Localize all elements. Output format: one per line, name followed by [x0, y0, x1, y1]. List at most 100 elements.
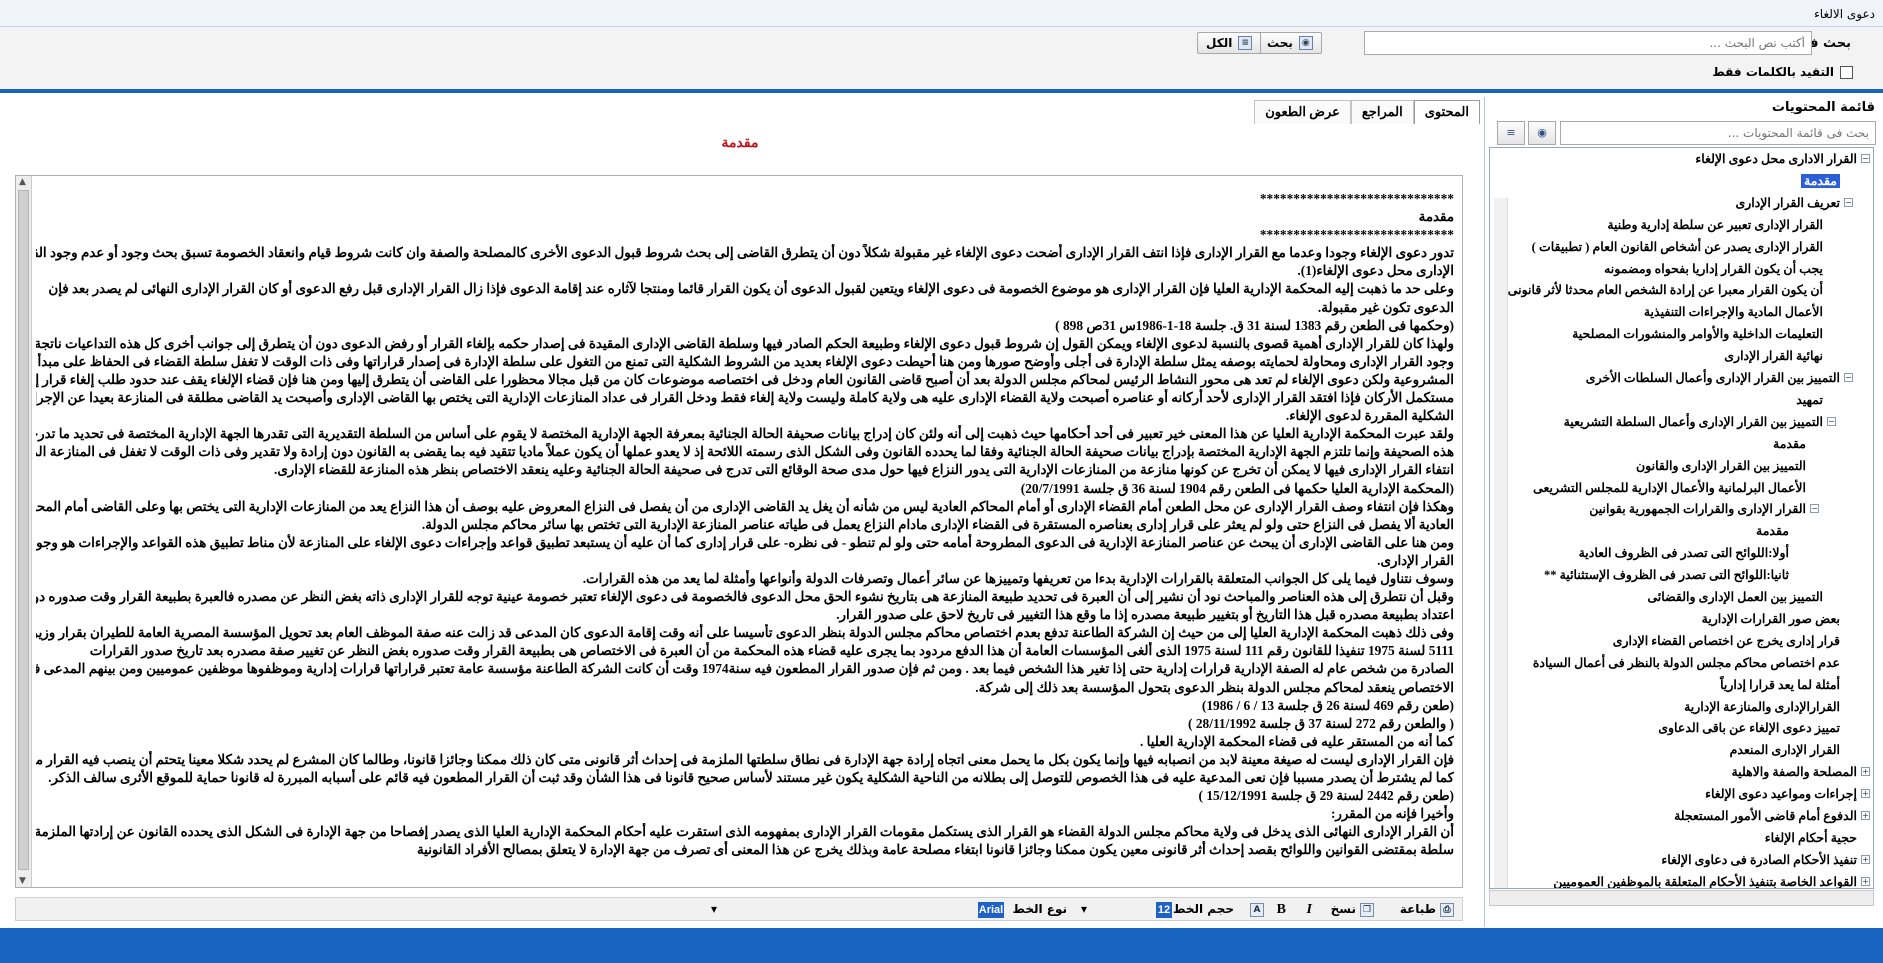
toc-item[interactable]: أن يكون القرار معبرا عن إرادة الشخص العا…	[1508, 279, 1823, 301]
print-button[interactable]: ⎙ طباعة	[1400, 901, 1454, 918]
document-line: وهكذا فإن انتفاء وصف القرار الإدارى عن م…	[36, 498, 1454, 514]
printer-icon: ⎙	[1440, 902, 1454, 917]
toc-item[interactable]: مقدمة	[1773, 433, 1806, 455]
exact-words-checkbox[interactable]	[1840, 65, 1853, 79]
toc-item-label: تنفيذ الأحكام الصادرة فى دعاوى الإلغاء	[1661, 852, 1857, 867]
toc-item-label: أمثلة لما يعد قرارا إدارياً	[1720, 677, 1840, 692]
expand-icon[interactable]: +	[1861, 767, 1870, 777]
toc-item[interactable]: تنفيذ الأحكام الصادرة فى دعاوى الإلغاء	[1661, 849, 1857, 871]
font-type-value: Arial	[978, 901, 1004, 918]
expand-icon[interactable]: +	[1861, 854, 1870, 864]
toc-horizontal-scrollbar[interactable]	[1489, 890, 1874, 906]
document-line: ولهذا كان للقرار الإدارى أهمية قصوى بالن…	[36, 335, 1454, 351]
expand-icon[interactable]: +	[1861, 811, 1870, 820]
scroll-thumb[interactable]	[18, 190, 29, 870]
tab-content[interactable]: المحتوى	[1413, 100, 1480, 124]
toc-item[interactable]: المصلحة والصفة والاهلية	[1731, 761, 1857, 783]
font-color-button[interactable]: A	[1250, 901, 1264, 918]
toc-item[interactable]: أمثلة لما يعد قرارا إدارياً	[1720, 674, 1840, 696]
toc-item-label: تمهيد	[1796, 392, 1823, 407]
toc-item[interactable]: يجب أن يكون القرار إداريا بفحواه ومضمونه	[1604, 258, 1823, 280]
toc-item[interactable]: الأعمال المادية والإجراءات التنفيذية	[1644, 301, 1823, 323]
toc-item[interactable]: بعض صور القرارات الإدارية	[1702, 608, 1840, 630]
document-line: ( والطعن رقم 272 لسنة 37 ق جلسة 28/11/19…	[1188, 715, 1454, 731]
toc-item[interactable]: القرار الإدارى والقرارات الجمهورية بقوان…	[1589, 498, 1806, 520]
document-line: مقدمة	[1418, 209, 1454, 225]
italic-button[interactable]: I	[1307, 901, 1312, 918]
toc-item-label: الدفوع أمام قاضى الأمور المستعجلة	[1674, 809, 1857, 823]
tab-appeals[interactable]: عرض الطعون	[1254, 100, 1351, 124]
collapse-icon[interactable]: −	[1827, 416, 1836, 426]
exact-words-option[interactable]: التقيد بالكلمات فقط	[1712, 65, 1853, 79]
toc-item[interactable]: التعليمات الداخلية والأوامر والمنشورات ا…	[1572, 323, 1823, 345]
toc-item[interactable]: القرارالإدارى والمنازعة الإدارية	[1684, 696, 1840, 718]
search-button[interactable]: ◉ بحث	[1258, 32, 1322, 54]
document-line: (طعن رقم 2442 لسنة 29 ق جلسة 15/12/1991 …	[1198, 788, 1454, 804]
toc-item[interactable]: تمهيد	[1796, 389, 1823, 411]
copy-button[interactable]: ❐ نسخ	[1331, 901, 1374, 918]
toc-item[interactable]: التمييز بين القرار الإدارى وأعمال السلطا…	[1586, 367, 1840, 389]
toc-item[interactable]: مقدمة	[1801, 170, 1840, 192]
collapse-icon[interactable]: −	[1844, 373, 1853, 382]
toc-item-label: إجراءات ومواعيد دعوى الإلغاء	[1705, 787, 1857, 802]
toc-item[interactable]: الأعمال البرلمانية والأعمال الإدارية للم…	[1533, 477, 1806, 499]
collapse-icon[interactable]: −	[1861, 154, 1870, 163]
font-size-dropdown-icon[interactable]: ▾	[1081, 901, 1087, 918]
scroll-down-icon[interactable]: ▼	[19, 876, 26, 886]
tab-references[interactable]: المراجع	[1350, 100, 1414, 124]
toc-item[interactable]: أولا:اللوائح التى تصدر فى الظروف العادية	[1579, 542, 1789, 564]
bold-button[interactable]: B	[1277, 901, 1286, 918]
print-label: طباعة	[1399, 902, 1436, 916]
document-viewer[interactable]: ▲ ▼ ***************************** مقدمة **…	[15, 175, 1463, 888]
toc-reset-button[interactable]: ≡	[1497, 121, 1525, 145]
toc-item[interactable]: تمييز دعوى الإلغاء عن باقى الدعاوى	[1658, 717, 1840, 739]
document-scrollbar[interactable]: ▲ ▼	[16, 176, 32, 887]
toc-item[interactable]: عدم اختصاص محاكم مجلس الدولة بالنظر فى أ…	[1533, 652, 1840, 674]
scroll-up-icon[interactable]: ▲	[19, 177, 26, 187]
toc-item[interactable]: التمييز بين القرار الإدارى والقانون	[1636, 455, 1806, 477]
document-line: سلطة بمقتضى القوانين واللوائح بقصد إحداث…	[416, 842, 1454, 858]
font-size-select[interactable]: 12	[1156, 901, 1172, 918]
collapse-icon[interactable]: −	[1810, 504, 1819, 514]
expand-icon[interactable]: +	[1861, 876, 1870, 886]
show-all-button[interactable]: ≡ الكل	[1197, 32, 1262, 54]
search-input[interactable]	[1364, 31, 1812, 55]
toc-item[interactable]: التمييز بين القرار الإدارى وأعمال السلطة…	[1564, 411, 1823, 433]
toc-item[interactable]: تعريف القرار الإدارى	[1735, 192, 1840, 214]
toc-item[interactable]: نهائية القرار الإدارى	[1724, 345, 1823, 367]
toc-item[interactable]: إجراءات ومواعيد دعوى الإلغاء	[1705, 783, 1857, 805]
toc-item[interactable]: القرار الإدارى يصدر عن أشخاص القانون الع…	[1532, 236, 1823, 258]
toc-item[interactable]: مقدمة	[1756, 520, 1789, 542]
toc-item-label: نهائية القرار الإدارى	[1724, 349, 1823, 364]
font-type-dropdown-icon[interactable]: ▾	[711, 901, 717, 918]
toc-item[interactable]: قرار إدارى يخرج عن اختصاص القضاء الإدارى	[1613, 630, 1840, 652]
editor-toolbar: ⎙ طباعة ❐ نسخ I B A حجم الخط 12 ▾ نوع ال…	[15, 897, 1463, 921]
toc-item-label: ثانيا:اللوائح التى تصدر فى الظروف الإستث…	[1543, 568, 1789, 583]
toc-item[interactable]: القواعد الخاصة بتنفيذ الأحكام المتعلقة ب…	[1553, 871, 1857, 888]
document-line: الصادرة من شخص عام له الصفة الإدارية قرا…	[36, 661, 1454, 677]
document-line: مستكمل الأركان فإذا افتقد القرار الإدارى…	[36, 390, 1454, 406]
toc-item-label: حجية أحكام الإلغاء	[1764, 830, 1857, 845]
toc-title: قائمة المحتويات	[1771, 100, 1875, 115]
collapse-icon[interactable]: −	[1844, 197, 1853, 207]
toc-item[interactable]: حجية أحكام الإلغاء	[1765, 827, 1857, 849]
document-line: كما أنه من المستقر عليه فى قضاء المحكمة …	[1139, 733, 1454, 749]
toc-item-label: التمييز بين القرار الإدارى وأعمال السلطة…	[1563, 414, 1823, 429]
expand-icon[interactable]: +	[1861, 789, 1870, 799]
toc-search-input[interactable]	[1560, 121, 1876, 145]
font-type-select[interactable]: Arial	[978, 901, 1004, 918]
toc-item[interactable]: القرار الإدارى تعبير عن سلطة إدارية وطني…	[1607, 214, 1823, 236]
toc-item-label: القرارالإدارى والمنازعة الإدارية	[1684, 699, 1840, 714]
toc-scrollbar[interactable]	[1494, 198, 1508, 888]
toc-item[interactable]: القرار الادارى محل دعوى الإلغاء	[1695, 148, 1857, 170]
document-line: ومن هنا على القاضى الإدارى أن يبحث عن عن…	[36, 534, 1454, 550]
toc-search-button[interactable]: ◉	[1528, 121, 1556, 145]
toc-item[interactable]: ثانيا:اللوائح التى تصدر فى الظروف الإستث…	[1544, 564, 1789, 586]
toc-item[interactable]: القرار الإدارى المنعدم	[1730, 739, 1840, 761]
toc-item[interactable]: الدفوع أمام قاضى الأمور المستعجلة	[1674, 805, 1857, 827]
list-icon: ≡	[1238, 36, 1253, 50]
toc-item-label: تعريف القرار الإدارى	[1735, 195, 1840, 210]
document-line: الإدارى محل دعوى الإلغاء(1).	[1297, 263, 1454, 279]
toc-item[interactable]: التمييز بين العمل الإدارى والقضائى	[1647, 586, 1823, 608]
binoculars-icon: ◉	[1298, 36, 1313, 50]
